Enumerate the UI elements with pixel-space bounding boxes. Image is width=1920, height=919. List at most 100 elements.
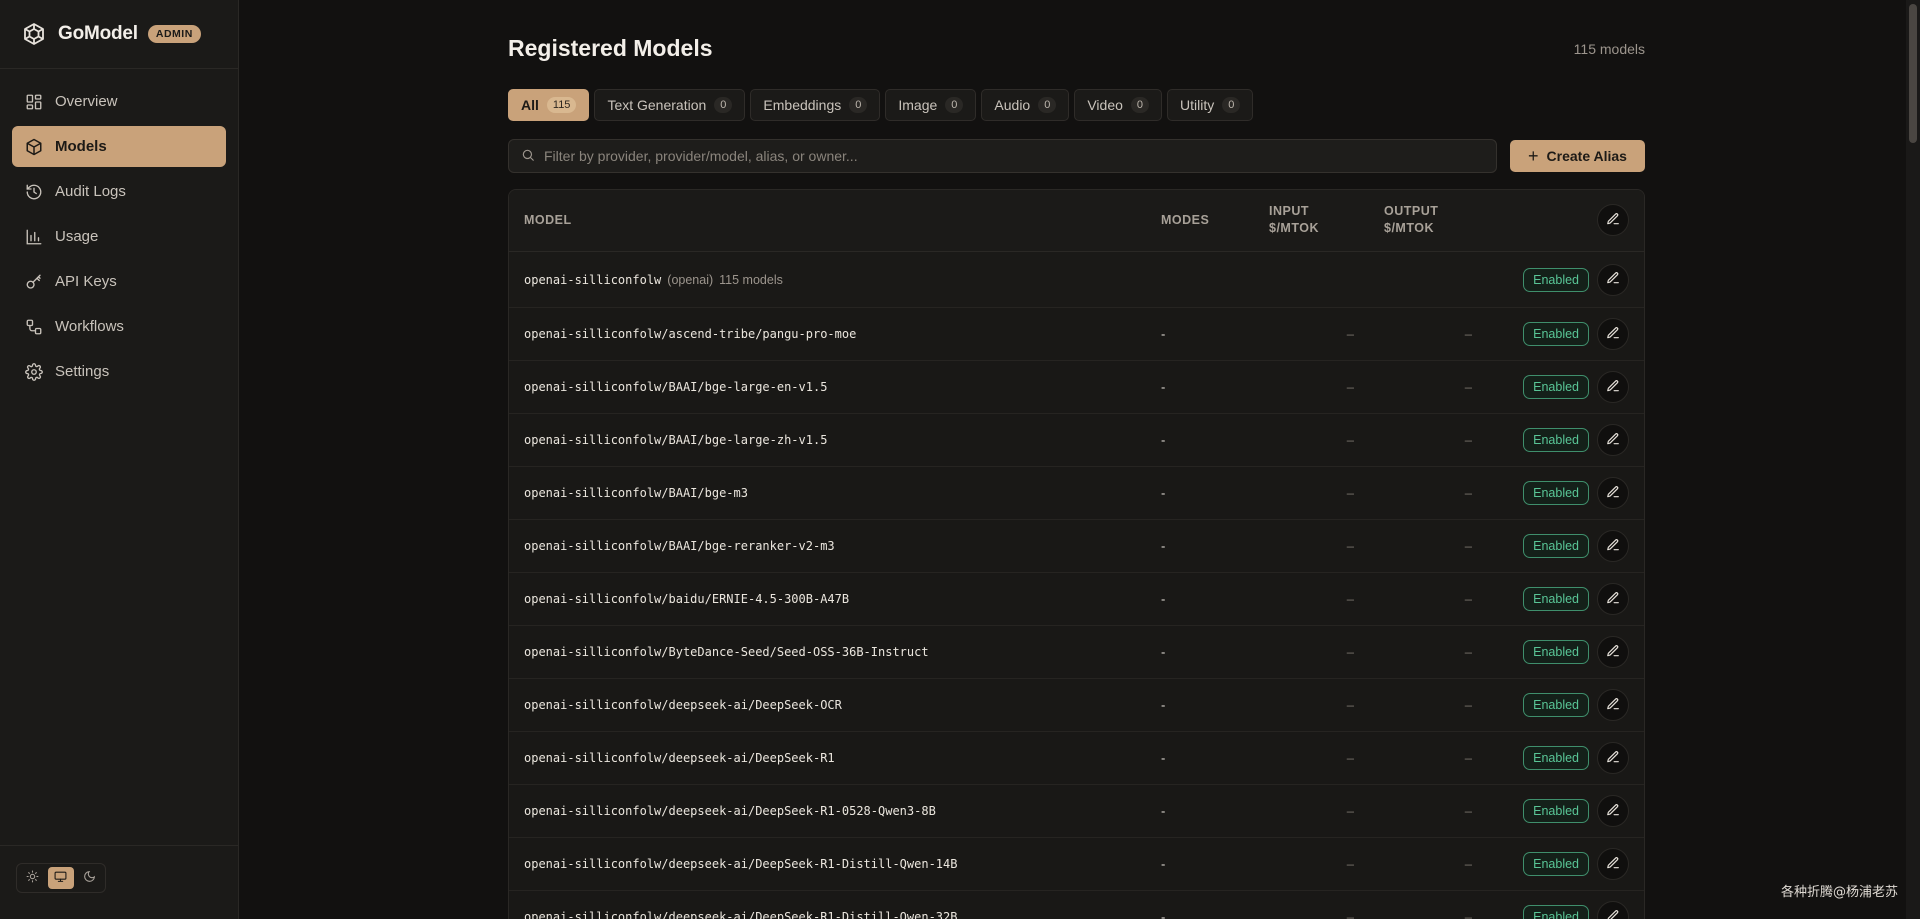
group-count: 115 models: [719, 272, 783, 287]
output-price: –: [1464, 326, 1472, 342]
sidebar-item-settings[interactable]: Settings: [12, 351, 226, 392]
output-price: –: [1464, 538, 1472, 554]
table-row[interactable]: openai-silliconfolw/ByteDance-Seed/Seed-…: [509, 626, 1644, 679]
model-id: openai-silliconfolw/ascend-tribe/pangu-p…: [524, 327, 857, 341]
theme-bar: [0, 845, 239, 919]
tab-label: Utility: [1180, 97, 1215, 113]
sidebar-item-models[interactable]: Models: [12, 126, 226, 167]
table-row[interactable]: openai-silliconfolw/deepseek-ai/DeepSeek…: [509, 679, 1644, 732]
model-modes: -: [1161, 909, 1166, 919]
group-provider: (openai): [667, 272, 714, 287]
status-badge[interactable]: Enabled: [1523, 905, 1589, 919]
edit-button[interactable]: [1597, 848, 1629, 880]
logo-icon: [22, 22, 46, 46]
edit-button[interactable]: [1597, 424, 1629, 456]
table-row[interactable]: openai-silliconfolw/baidu/ERNIE-4.5-300B…: [509, 573, 1644, 626]
edit-button[interactable]: [1597, 583, 1629, 615]
header-input-line2: $/MTOK: [1269, 221, 1319, 235]
create-alias-button[interactable]: + Create Alias: [1510, 140, 1645, 172]
tab-image[interactable]: Image 0: [885, 89, 977, 121]
output-price: –: [1464, 697, 1472, 713]
status-badge[interactable]: Enabled: [1523, 428, 1589, 452]
edit-button[interactable]: [1597, 477, 1629, 509]
header-output-line2: $/MTOK: [1384, 221, 1434, 235]
pencil-icon: [1606, 271, 1620, 288]
status-badge[interactable]: Enabled: [1523, 534, 1589, 558]
tab-label: Embeddings: [763, 97, 842, 113]
pencil-icon: [1606, 485, 1620, 502]
models-table: MODEL MODES INPUT $/MTOK OUTPUT $/MTOK ope…: [508, 189, 1645, 919]
table-row[interactable]: openai-silliconfolw/ascend-tribe/pangu-p…: [509, 308, 1644, 361]
table-row[interactable]: openai-silliconfolw/deepseek-ai/DeepSeek…: [509, 838, 1644, 891]
sidebar-item-workflows[interactable]: Workflows: [12, 306, 226, 347]
theme-system-button[interactable]: [48, 867, 74, 889]
edit-columns-button[interactable]: [1597, 204, 1629, 236]
theme-dark-button[interactable]: [77, 867, 102, 889]
tab-video[interactable]: Video 0: [1074, 89, 1163, 121]
status-badge[interactable]: Enabled: [1523, 375, 1589, 399]
tab-audio[interactable]: Audio 0: [981, 89, 1070, 121]
provider-group-row[interactable]: openai-silliconfolw (openai) 115 models En…: [509, 252, 1644, 308]
edit-button[interactable]: [1597, 371, 1629, 403]
status-badge[interactable]: Enabled: [1523, 640, 1589, 664]
scrollbar[interactable]: [1906, 0, 1920, 919]
sidebar-item-usage[interactable]: Usage: [12, 216, 226, 257]
model-id: openai-silliconfolw/BAAI/bge-large-zh-v1…: [524, 433, 828, 447]
theme-light-button[interactable]: [20, 867, 45, 889]
tab-embeddings[interactable]: Embeddings 0: [750, 89, 881, 121]
tab-count: 0: [945, 97, 964, 113]
model-id: openai-silliconfolw/BAAI/bge-reranker-v2…: [524, 539, 835, 553]
status-badge[interactable]: Enabled: [1523, 799, 1589, 823]
status-badge[interactable]: Enabled: [1523, 693, 1589, 717]
model-modes: -: [1161, 538, 1166, 554]
key-icon: [25, 273, 43, 291]
output-price: –: [1464, 750, 1472, 766]
table-row[interactable]: openai-silliconfolw/BAAI/bge-reranker-v2…: [509, 520, 1644, 573]
status-badge[interactable]: Enabled: [1523, 852, 1589, 876]
edit-button[interactable]: [1597, 742, 1629, 774]
tab-utility[interactable]: Utility 0: [1167, 89, 1254, 121]
sidebar: GoModel ADMIN Overview Models Audit Logs…: [0, 0, 239, 919]
edit-button[interactable]: [1597, 263, 1629, 296]
sidebar-item-api-keys[interactable]: API Keys: [12, 261, 226, 302]
model-id: openai-silliconfolw/ByteDance-Seed/Seed-…: [524, 645, 929, 659]
input-price: –: [1346, 697, 1354, 713]
pencil-icon: [1606, 379, 1620, 396]
status-badge[interactable]: Enabled: [1523, 746, 1589, 770]
edit-button[interactable]: [1597, 689, 1629, 721]
table-row[interactable]: openai-silliconfolw/deepseek-ai/DeepSeek…: [509, 785, 1644, 838]
create-alias-label: Create Alias: [1546, 148, 1627, 164]
edit-button[interactable]: [1597, 795, 1629, 827]
search-input[interactable]: [544, 148, 1496, 164]
status-badge[interactable]: Enabled: [1523, 322, 1589, 346]
table-row[interactable]: openai-silliconfolw/BAAI/bge-large-en-v1…: [509, 361, 1644, 414]
tab-text-generation[interactable]: Text Generation 0: [594, 89, 746, 121]
tab-label: Text Generation: [607, 97, 707, 113]
output-price: –: [1464, 485, 1472, 501]
table-row[interactable]: openai-silliconfolw/BAAI/bge-large-zh-v1…: [509, 414, 1644, 467]
status-badge[interactable]: Enabled: [1523, 267, 1589, 292]
edit-button[interactable]: [1597, 901, 1629, 919]
input-price: –: [1346, 909, 1354, 919]
pencil-icon: [1606, 212, 1620, 229]
sidebar-item-audit-logs[interactable]: Audit Logs: [12, 171, 226, 212]
table-row[interactable]: openai-silliconfolw/BAAI/bge-m3 - – – Enable…: [509, 467, 1644, 520]
tab-count: 0: [1222, 97, 1241, 113]
grid-icon: [25, 93, 43, 111]
model-id: openai-silliconfolw/deepseek-ai/DeepSeek…: [524, 910, 958, 919]
sidebar-item-label: Settings: [55, 363, 110, 380]
edit-button[interactable]: [1597, 318, 1629, 350]
table-row[interactable]: openai-silliconfolw/deepseek-ai/DeepSeek…: [509, 891, 1644, 919]
table-row[interactable]: openai-silliconfolw/deepseek-ai/DeepSeek…: [509, 732, 1644, 785]
output-price: –: [1464, 803, 1472, 819]
tab-count: 115: [546, 97, 577, 113]
edit-button[interactable]: [1597, 636, 1629, 668]
edit-button[interactable]: [1597, 530, 1629, 562]
pencil-icon: [1606, 803, 1620, 820]
sidebar-item-overview[interactable]: Overview: [12, 81, 226, 122]
status-badge[interactable]: Enabled: [1523, 481, 1589, 505]
status-badge[interactable]: Enabled: [1523, 587, 1589, 611]
tab-all[interactable]: All 115: [508, 89, 590, 121]
tab-count: 0: [1038, 97, 1057, 113]
scrollbar-thumb[interactable]: [1909, 4, 1917, 143]
